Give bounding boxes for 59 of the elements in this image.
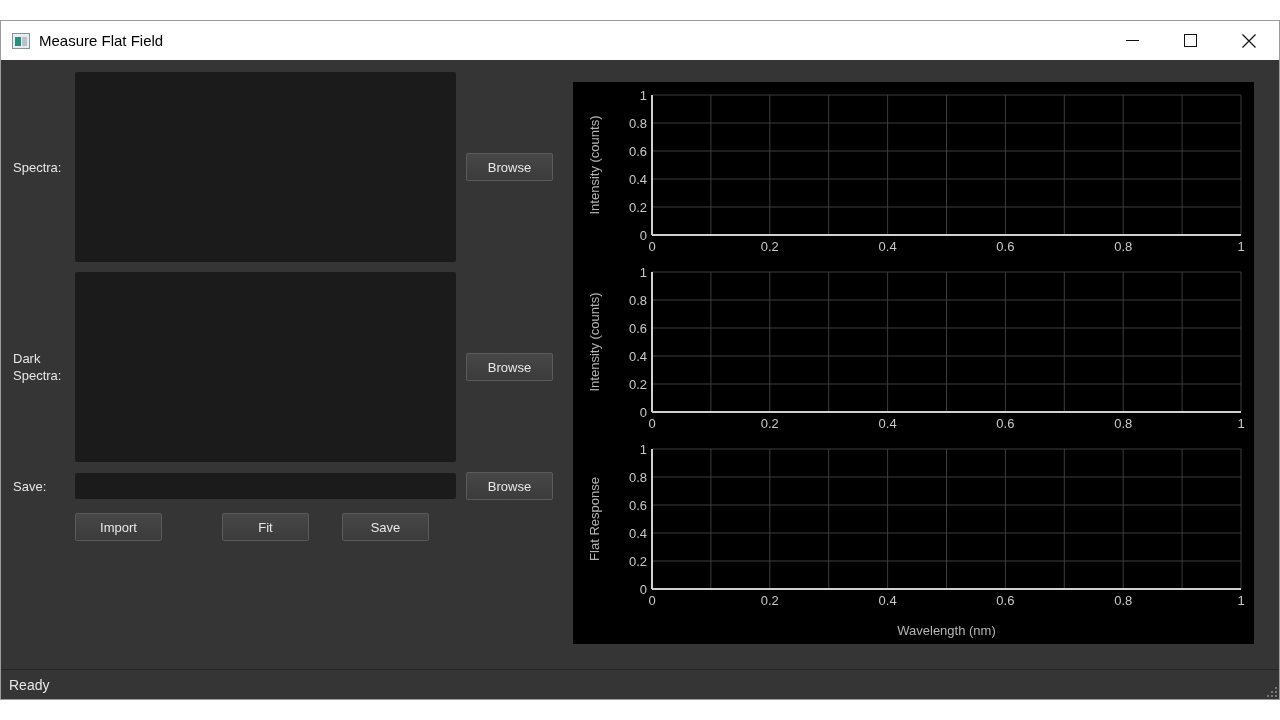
action-button[interactable]: Fit: [222, 513, 309, 541]
resize-grip-icon[interactable]: [1267, 687, 1277, 697]
y-tick-label: 1: [639, 264, 647, 280]
x-tick-label: 0.6: [996, 416, 1015, 431]
field-label: Dark Spectra:: [13, 350, 63, 384]
x-tick-label: 0.2: [760, 593, 779, 608]
x-axis-title: Wavelength (nm): [897, 623, 996, 638]
save-path-field[interactable]: [75, 473, 456, 499]
action-button[interactable]: Save: [342, 513, 429, 541]
browse-button[interactable]: Browse: [466, 472, 553, 500]
y-tick-label: 0.6: [628, 143, 647, 159]
y-tick-label: 0.2: [628, 553, 647, 569]
browse-button[interactable]: Browse: [466, 353, 553, 381]
y-tick-label: 0: [639, 581, 647, 597]
y-tick-label: 0.8: [628, 115, 647, 131]
y-tick-label: 0.2: [628, 199, 647, 215]
x-tick-label: 1: [1237, 416, 1245, 431]
x-tick-label: 0.2: [760, 239, 779, 254]
app-window-icon: [12, 32, 30, 49]
field-label: Save:: [13, 477, 48, 495]
x-tick-label: 0: [648, 239, 656, 254]
y-tick-label: 0.8: [628, 469, 647, 485]
x-tick-label: 0.4: [878, 416, 897, 431]
x-tick-label: 0.6: [996, 593, 1015, 608]
y-tick-label: 0.8: [628, 292, 647, 308]
y-tick-label: 0.4: [628, 348, 647, 364]
y-tick-label: 0.4: [628, 525, 647, 541]
status-text: Ready: [9, 676, 50, 693]
x-tick-label: 0: [648, 416, 656, 431]
maximize-icon: [1183, 34, 1197, 47]
x-tick-label: 0.8: [1114, 593, 1133, 608]
y-axis-title: Intensity (counts): [587, 115, 602, 215]
x-tick-label: 0.2: [760, 416, 779, 431]
x-tick-label: 1: [1237, 593, 1245, 608]
x-tick-label: 0.8: [1114, 239, 1133, 254]
file-list[interactable]: [75, 72, 456, 262]
y-tick-label: 0.4: [628, 171, 647, 187]
y-axis-title: Flat Response: [587, 477, 602, 561]
field-label: Spectra:: [13, 158, 63, 176]
close-icon: [1242, 33, 1256, 48]
y-tick-label: 0: [639, 227, 647, 243]
y-tick-label: 1: [639, 87, 647, 103]
x-tick-label: 0.4: [878, 239, 897, 254]
action-button[interactable]: Import: [75, 513, 162, 541]
window-title: Measure Flat Field: [39, 32, 164, 49]
y-tick-label: 0: [639, 404, 647, 420]
y-tick-label: 0.6: [628, 320, 647, 336]
x-tick-label: 0.4: [878, 593, 897, 608]
y-tick-label: 0.2: [628, 376, 647, 392]
y-tick-label: 0.6: [628, 497, 647, 513]
browse-button[interactable]: Browse: [466, 153, 553, 181]
file-list[interactable]: [75, 272, 456, 462]
x-tick-label: 0.8: [1114, 416, 1133, 431]
x-tick-label: 0.6: [996, 239, 1015, 254]
x-tick-label: 1: [1237, 239, 1245, 254]
y-axis-title: Intensity (counts): [587, 292, 602, 392]
y-tick-label: 1: [639, 441, 647, 457]
minimize-icon: [1125, 40, 1139, 41]
x-tick-label: 0: [648, 593, 656, 608]
